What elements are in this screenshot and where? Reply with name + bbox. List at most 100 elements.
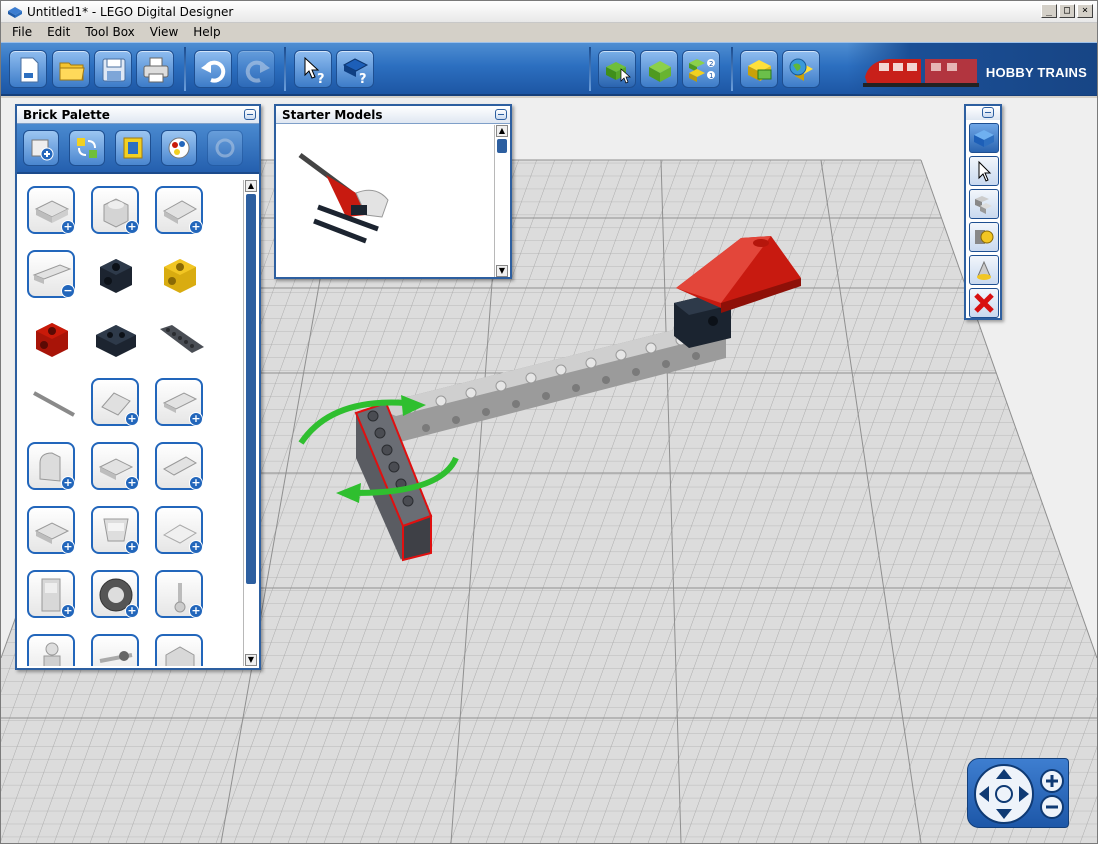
navigation-control <box>967 758 1069 828</box>
print-button[interactable] <box>136 50 174 88</box>
brick-axle-wheel[interactable] <box>91 634 139 666</box>
build-mode-button[interactable] <box>598 50 636 88</box>
share-online-icon <box>789 58 813 81</box>
axle-wheel-icon <box>99 651 133 663</box>
brick-1x1-round[interactable]: + <box>91 186 139 234</box>
brick-slope-inverted[interactable]: + <box>91 506 139 554</box>
palette-scrollbar[interactable]: ▲ ▼ <box>243 180 258 666</box>
redo-icon <box>245 60 270 83</box>
color-button[interactable] <box>161 130 197 166</box>
brick-tool-button[interactable] <box>969 123 999 153</box>
add-badge: + <box>189 540 203 554</box>
technic-brick-1x1-red[interactable] <box>27 314 75 362</box>
helicopter-model-icon[interactable] <box>296 145 396 245</box>
brick-plate-jumper[interactable]: + <box>91 442 139 490</box>
brick-door-panel[interactable]: + <box>27 570 75 618</box>
starter-models-minimize-button[interactable] <box>495 109 507 120</box>
share-online-button[interactable] <box>782 50 820 88</box>
paint-tool-button[interactable] <box>969 255 999 285</box>
scroll-up-button[interactable]: ▲ <box>245 180 257 192</box>
menu-view[interactable]: View <box>143 23 186 41</box>
scroll-down-button[interactable]: ▼ <box>245 654 257 666</box>
order-icon <box>748 60 772 81</box>
technic-brick-red-icon <box>36 323 68 357</box>
brick-palette-minimize-button[interactable] <box>244 109 256 120</box>
starter-scroll-down-button[interactable]: ▼ <box>496 265 508 277</box>
minimize-button[interactable]: _ <box>1041 4 1057 18</box>
brick-slope-2x2[interactable]: + <box>91 378 139 426</box>
new-button[interactable] <box>9 50 47 88</box>
paint-icon <box>977 260 991 280</box>
add-badge: + <box>125 540 139 554</box>
lego-app-icon <box>8 7 22 18</box>
menu-edit[interactable]: Edit <box>40 23 78 41</box>
menu-help[interactable]: Help <box>186 23 228 41</box>
starter-scroll-thumb[interactable] <box>497 139 507 153</box>
brick-minifigure[interactable] <box>27 634 75 666</box>
add-badge: + <box>125 476 139 490</box>
select-help-button[interactable]: ? <box>294 50 332 88</box>
hinge-tool-button[interactable] <box>969 222 999 252</box>
menu-file[interactable]: File <box>5 23 40 41</box>
select-tool-button[interactable] <box>969 156 999 186</box>
book-help-icon: ? <box>342 58 369 85</box>
starter-models-scrollbar[interactable]: ▲ ▼ <box>494 125 509 277</box>
main-toolbar: ? ? 21 HOBBY TRAINS <box>1 42 1097 96</box>
open-icon <box>59 62 85 81</box>
swap-button[interactable] <box>69 130 105 166</box>
add-badge: + <box>189 476 203 490</box>
add-badge: + <box>125 220 139 234</box>
undo-button[interactable] <box>194 50 232 88</box>
3d-workspace[interactable]: Brick Palette + + + − + + + + + + + + + … <box>1 98 1097 843</box>
axle-long[interactable] <box>27 378 75 426</box>
technic-brick-1x1-black[interactable] <box>91 250 139 298</box>
save-button[interactable] <box>94 50 132 88</box>
clone-tool-button[interactable] <box>969 189 999 219</box>
brick-plate-wedge[interactable]: + <box>155 378 203 426</box>
brick-plate-corner[interactable]: + <box>155 186 203 234</box>
delete-tool-button[interactable] <box>969 288 999 318</box>
add-badge: + <box>61 220 75 234</box>
brick-palette-title: Brick Palette <box>23 108 110 122</box>
add-badge: + <box>189 604 203 618</box>
hobby-trains-label: HOBBY TRAINS <box>985 65 1087 80</box>
refresh-button[interactable] <box>207 130 243 166</box>
brick-1x2[interactable] <box>155 634 203 666</box>
close-button[interactable]: × <box>1077 4 1093 18</box>
brick-plate-modified[interactable]: + <box>27 506 75 554</box>
title-bar: Untitled1* - LEGO Digital Designer _ □ × <box>1 1 1097 23</box>
save-icon <box>102 58 126 82</box>
undo-icon <box>201 60 226 83</box>
technic-brick-black-icon <box>100 259 132 293</box>
add-group-button[interactable] <box>23 130 59 166</box>
starter-scroll-up-button[interactable]: ▲ <box>496 125 508 137</box>
brick-tire-wheel[interactable]: + <box>91 570 139 618</box>
print-icon <box>143 57 169 83</box>
technic-brick-1x2-black[interactable] <box>91 314 139 362</box>
open-button[interactable] <box>52 50 90 88</box>
redo-button[interactable] <box>237 50 275 88</box>
brick-hinge-plate[interactable]: + <box>155 506 203 554</box>
brick-plate-2x2[interactable]: + <box>27 186 75 234</box>
brick-wing-plate[interactable]: + <box>155 442 203 490</box>
brick-plate-1x4[interactable]: − <box>27 250 75 298</box>
view-mode-button[interactable] <box>640 50 678 88</box>
color-icon <box>168 137 190 159</box>
book-help-button[interactable]: ? <box>336 50 374 88</box>
brick-arch[interactable]: + <box>27 442 75 490</box>
add-badge: + <box>125 412 139 426</box>
view-mode-icon <box>649 61 671 82</box>
add-badge: + <box>125 604 139 618</box>
order-button[interactable] <box>740 50 778 88</box>
brick-tool-wrench[interactable]: + <box>155 570 203 618</box>
filter-icon <box>123 137 143 159</box>
maximize-button[interactable]: □ <box>1059 4 1075 18</box>
technic-beam-dark[interactable] <box>155 314 204 362</box>
building-guide-button[interactable]: 21 <box>682 50 720 88</box>
technic-brick-1x1-yellow[interactable] <box>155 250 203 298</box>
scroll-thumb[interactable] <box>246 194 256 584</box>
tool-strip-minimize-button[interactable] <box>982 107 994 118</box>
brand-banner[interactable]: HOBBY TRAINS <box>847 43 1097 95</box>
menu-toolbox[interactable]: Tool Box <box>78 23 142 41</box>
filter-button[interactable] <box>115 130 151 166</box>
